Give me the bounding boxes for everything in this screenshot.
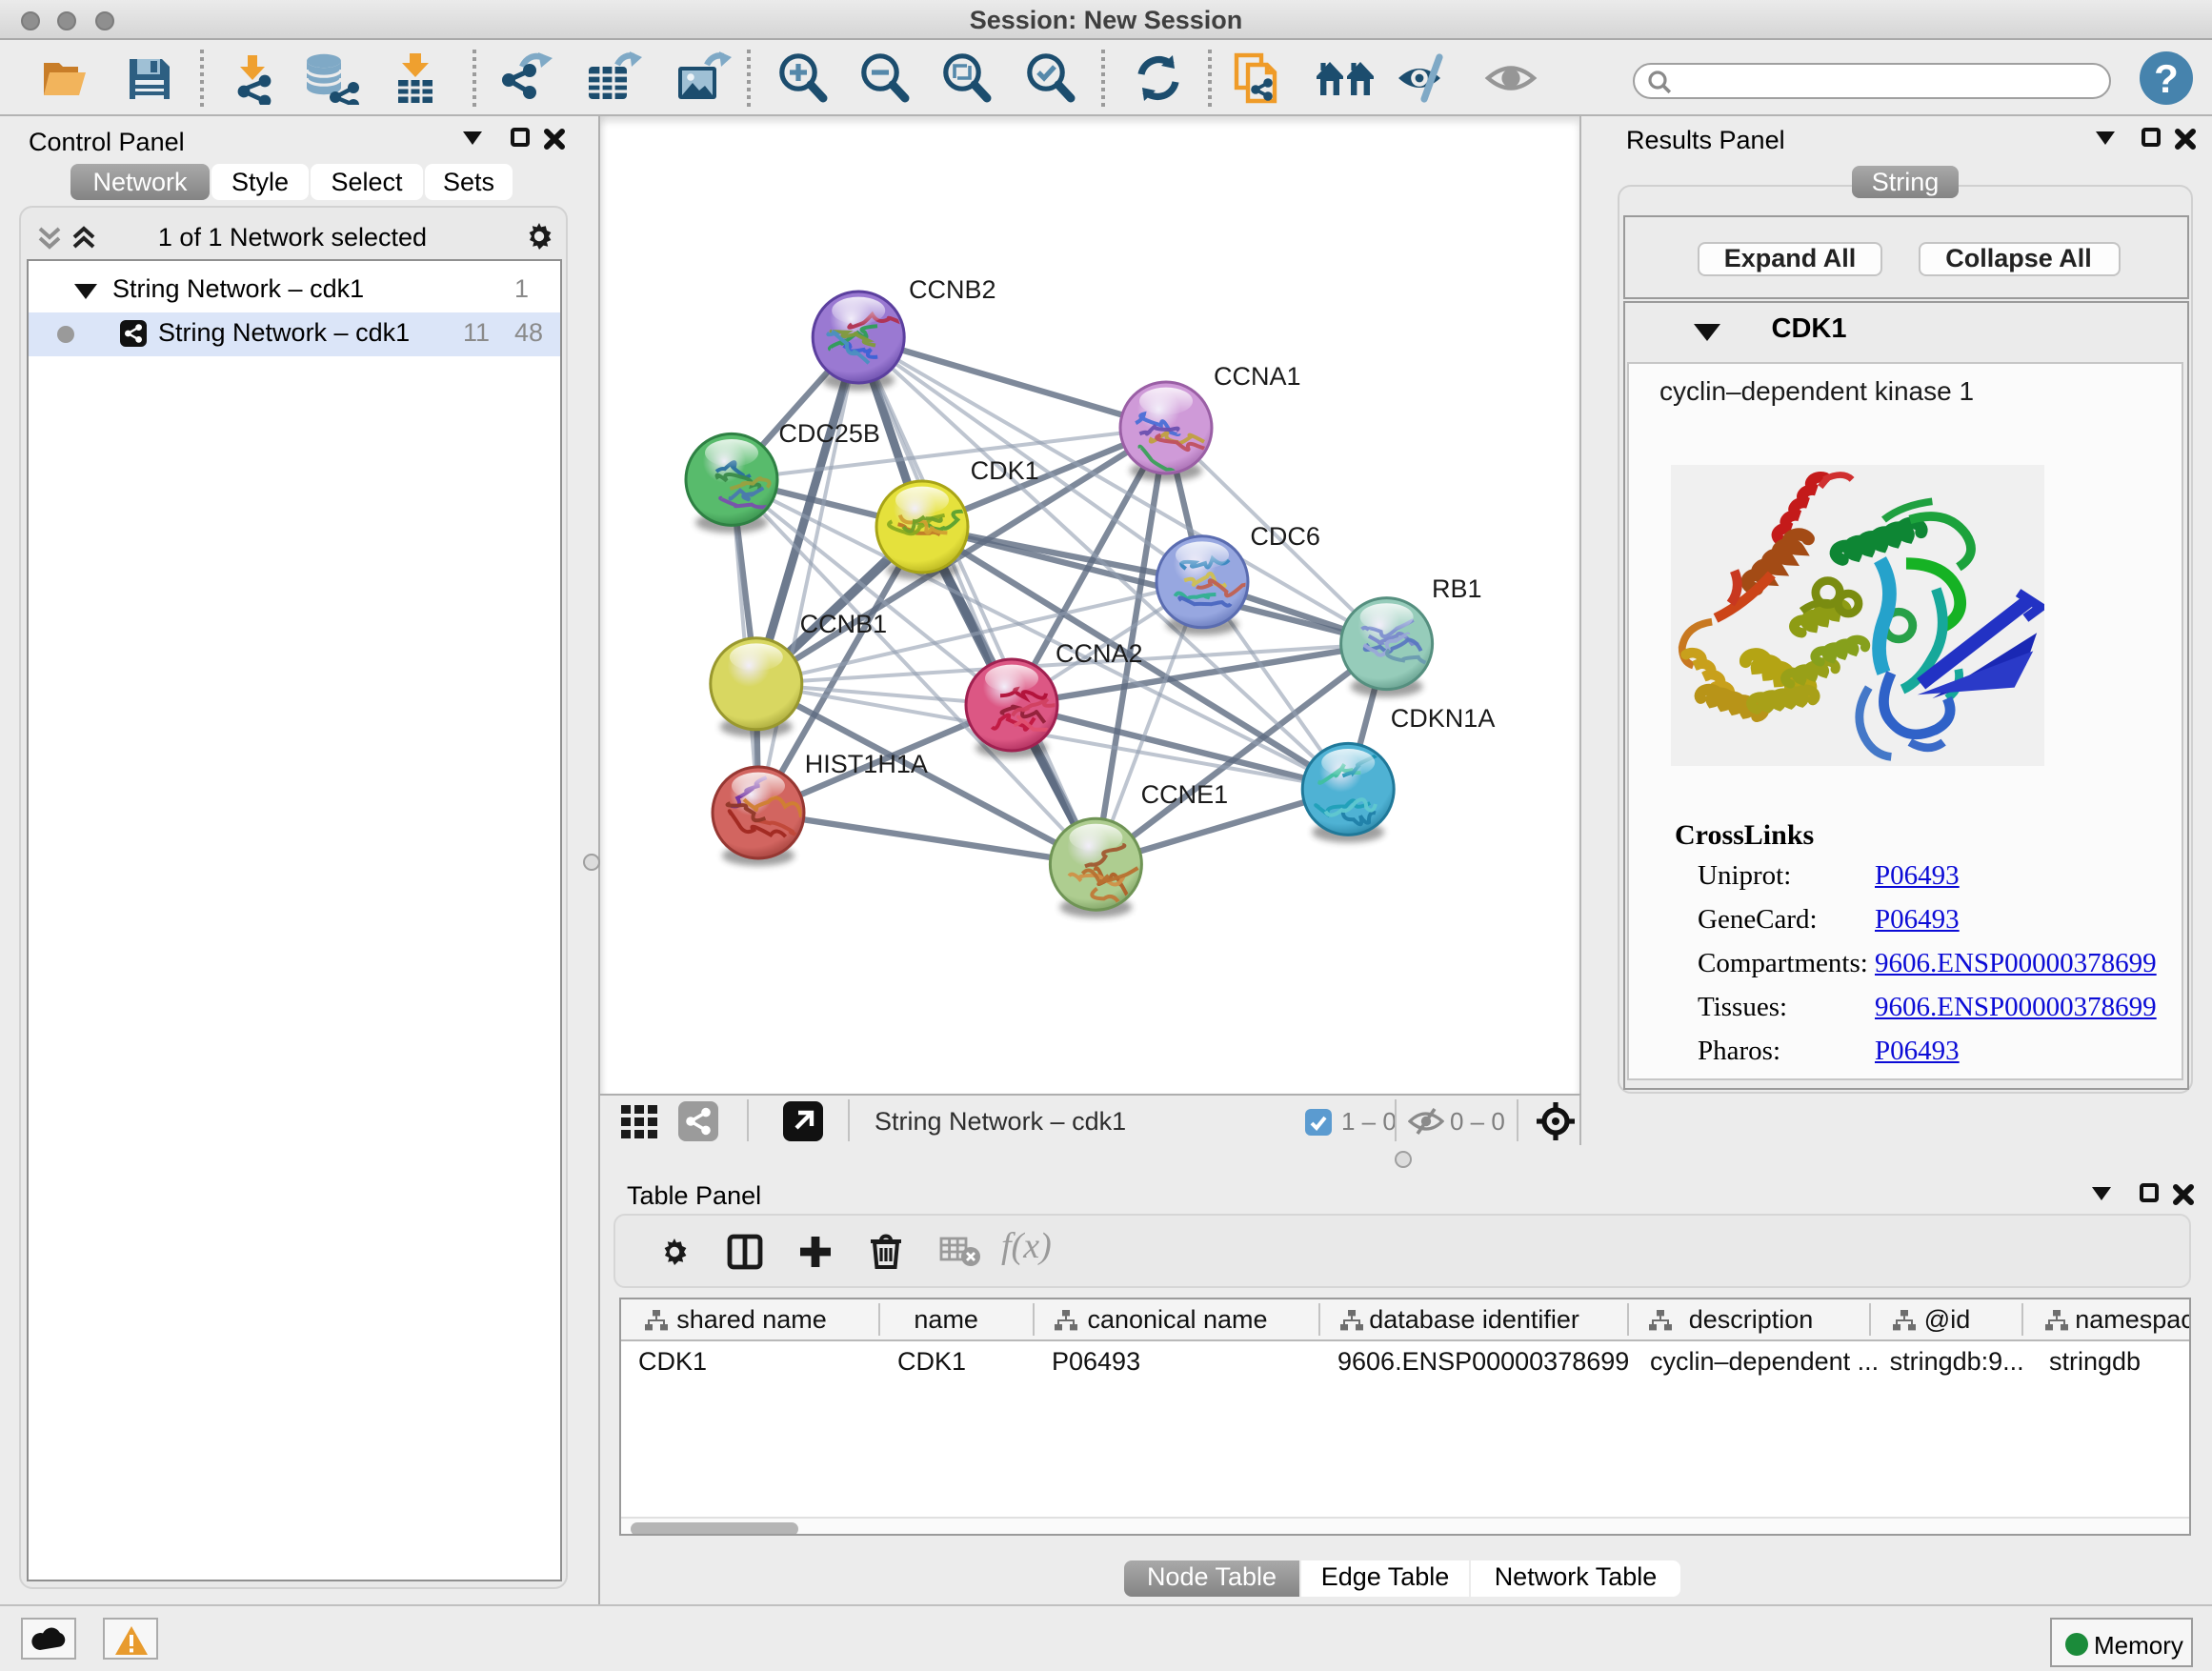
svg-text:CDK1: CDK1 [971,456,1039,485]
svg-text:CDC6: CDC6 [1250,522,1320,551]
svg-text:CCNA2: CCNA2 [1056,639,1143,668]
svg-text:CDKN1A: CDKN1A [1391,704,1496,733]
svg-text:CDC25B: CDC25B [778,419,880,448]
svg-text:HIST1H1A: HIST1H1A [805,750,928,778]
svg-text:RB1: RB1 [1432,574,1482,603]
svg-text:CCNB2: CCNB2 [909,275,996,304]
svg-text:?: ? [2154,56,2179,101]
svg-text:CCNE1: CCNE1 [1141,780,1229,809]
svg-text:CCNA1: CCNA1 [1214,362,1301,391]
svg-text:CCNB1: CCNB1 [800,610,888,638]
